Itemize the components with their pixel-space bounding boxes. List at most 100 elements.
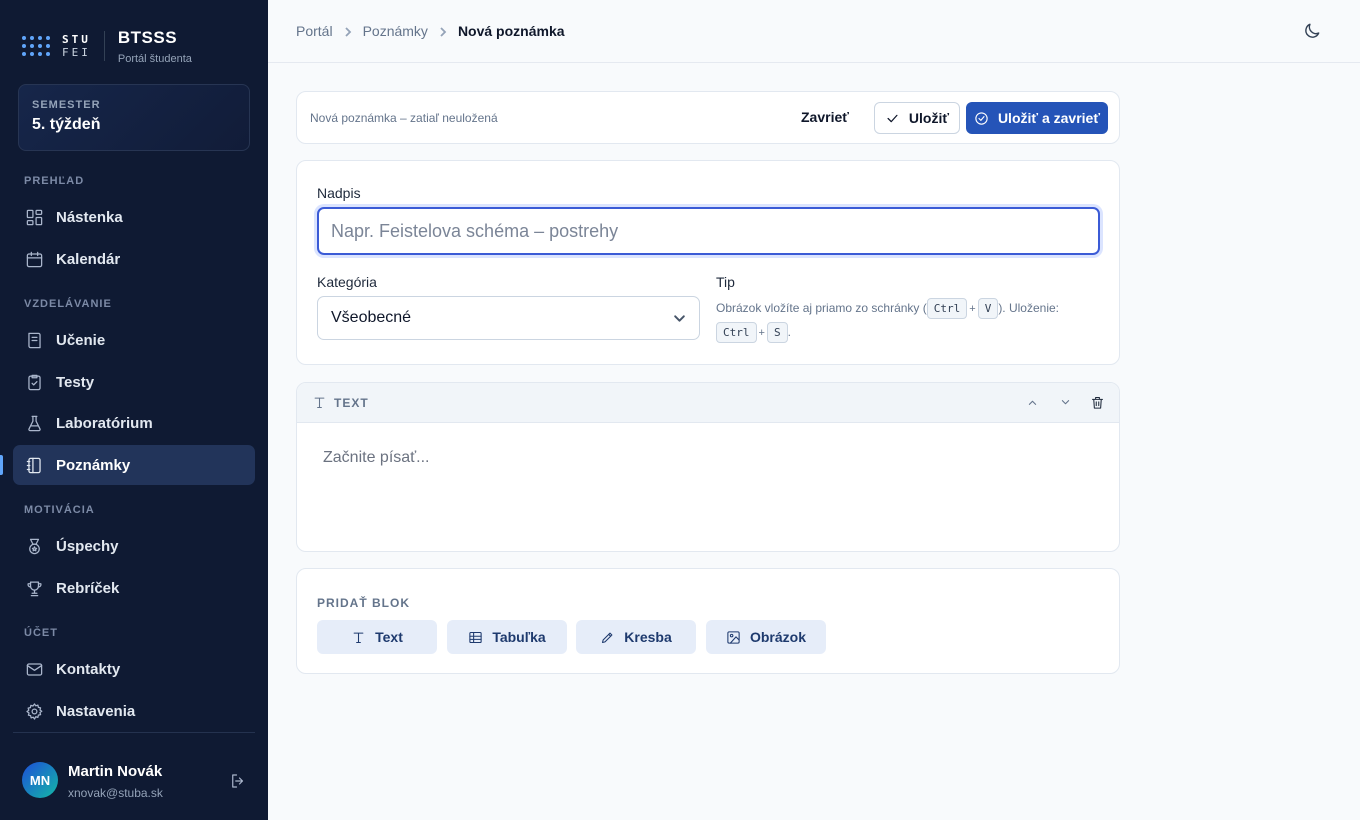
tip-text: Obrázok vložíte aj priamo zo schránky (C… xyxy=(716,297,1106,345)
semester-card: SEMESTER 5. týždeň xyxy=(18,84,250,151)
save-and-close-button[interactable]: Uložiť a zavrieť xyxy=(966,102,1108,134)
brand[interactable]: STU FEI BTSSS Portál študenta xyxy=(22,26,192,66)
add-drawing-block-button[interactable]: Kresba xyxy=(576,620,696,654)
tip-label: Tip xyxy=(716,274,735,290)
sidebar-item-label: Rebríček xyxy=(56,579,120,597)
breadcrumb-notes[interactable]: Poznámky xyxy=(363,23,428,39)
user-name: Martin Novák xyxy=(68,763,163,780)
save-status: Nová poznámka – zatiaľ neuložená xyxy=(310,111,498,125)
move-down-button[interactable] xyxy=(1058,395,1074,411)
block-header: TEXT xyxy=(297,383,1119,423)
chevron-down-icon xyxy=(674,314,685,322)
table-icon xyxy=(469,631,482,643)
kbd-v: V xyxy=(977,298,999,320)
category-label: Kategória xyxy=(317,274,377,290)
avatar[interactable]: MN xyxy=(22,762,58,798)
stu-fei-wordmark: STU FEI xyxy=(62,33,91,59)
category-select[interactable]: Všeobecné xyxy=(317,296,700,340)
text-icon xyxy=(353,632,364,643)
add-drawing-label: Kresba xyxy=(624,629,672,645)
sidebar-item-laboratory[interactable]: Laboratórium xyxy=(13,403,255,443)
user-email: xnovak@stuba.sk xyxy=(68,786,163,800)
sidebar-item-settings[interactable]: Nastavenia xyxy=(13,691,255,731)
semester-label: SEMESTER xyxy=(32,99,101,111)
add-block-panel: PRIDAŤ BLOK Text Tabuľka Kresba Obrázok xyxy=(296,568,1120,674)
sidebar-item-learning[interactable]: Učenie xyxy=(13,320,255,360)
sidebar-item-leaderboard[interactable]: Rebríček xyxy=(13,568,255,608)
sidebar-item-tests[interactable]: Testy xyxy=(13,362,255,402)
sidebar: STU FEI BTSSS Portál študenta SEMESTER 5… xyxy=(0,0,268,820)
kbd-plus: + xyxy=(758,327,765,339)
add-table-label: Tabuľka xyxy=(492,629,546,645)
breadcrumb: Portál Poznámky Nová poznámka xyxy=(296,23,565,39)
sidebar-item-label: Poznámky xyxy=(56,456,131,474)
stu-logo-icon xyxy=(22,36,50,56)
chevron-up-icon xyxy=(1028,400,1037,405)
move-up-button[interactable] xyxy=(1025,395,1041,411)
moon-icon xyxy=(1305,23,1320,38)
add-image-block-button[interactable]: Obrázok xyxy=(706,620,826,654)
add-image-label: Obrázok xyxy=(749,629,806,645)
chevron-right-icon xyxy=(342,25,354,37)
breadcrumb-portal[interactable]: Portál xyxy=(296,23,333,39)
sidebar-item-label: Kontakty xyxy=(56,660,121,678)
app-name: BTSSS xyxy=(117,27,178,47)
sidebar-item-achievements[interactable]: Úspechy xyxy=(13,526,255,566)
kbd-ctrl: Ctrl xyxy=(926,298,968,320)
sidebar-item-label: Laboratórium xyxy=(56,414,153,432)
add-text-label: Text xyxy=(375,629,403,645)
sidebar-item-contacts[interactable]: Kontakty xyxy=(13,649,255,689)
add-table-block-button[interactable]: Tabuľka xyxy=(447,620,567,654)
mail-icon xyxy=(26,662,43,676)
text-type-icon xyxy=(312,395,327,410)
chevron-right-icon xyxy=(437,25,449,37)
sidebar-item-label: Testy xyxy=(56,373,95,391)
nav-section-account: ÚČET xyxy=(24,627,58,639)
tip-text-part: Obrázok vložíte aj priamo zo schránky ( xyxy=(716,301,927,315)
note-toolbar: Nová poznámka – zatiaľ neuložená Zavrieť… xyxy=(296,91,1120,144)
add-block-title: PRIDAŤ BLOK xyxy=(317,596,410,610)
logo-bottom-text: FEI xyxy=(62,46,91,59)
sidebar-item-calendar[interactable]: Kalendár xyxy=(13,239,255,279)
check-circle-icon xyxy=(975,111,988,125)
gear-icon xyxy=(26,702,43,720)
title-label: Nadpis xyxy=(317,185,361,201)
category-value: Všeobecné xyxy=(331,309,412,326)
nav-section-education: VZDELÁVANIE xyxy=(24,298,112,310)
save-button[interactable]: Uložiť xyxy=(874,102,960,134)
flask-icon xyxy=(28,415,41,431)
block-type-label: TEXT xyxy=(334,396,369,410)
kbd-s: S xyxy=(766,322,788,344)
kbd-ctrl: Ctrl xyxy=(716,322,757,344)
book-icon xyxy=(28,332,41,348)
logout-button[interactable] xyxy=(229,772,247,790)
clipboard-check-icon xyxy=(28,374,41,390)
text-editor[interactable]: Začnite písať... xyxy=(323,449,430,467)
kbd-plus: + xyxy=(969,303,976,315)
check-icon xyxy=(887,114,898,122)
active-indicator xyxy=(0,455,3,475)
semester-week: 5. týždeň xyxy=(32,116,101,133)
add-text-block-button[interactable]: Text xyxy=(317,620,437,654)
title-input[interactable] xyxy=(317,207,1100,255)
image-icon xyxy=(727,630,740,644)
dashboard-icon xyxy=(26,209,43,225)
sidebar-item-notes[interactable]: Poznámky xyxy=(13,445,255,485)
top-bar: Portál Poznámky Nová poznámka xyxy=(268,0,1360,63)
logo-top-text: STU xyxy=(62,33,91,46)
tip-text-part: . xyxy=(787,325,791,339)
medal-icon xyxy=(29,538,40,554)
chevron-down-icon xyxy=(1061,400,1070,405)
note-meta-form: Nadpis Kategória Všeobecné Tip Obrázok v… xyxy=(296,160,1120,365)
user-panel: MN Martin Novák xnovak@stuba.sk xyxy=(13,732,255,820)
notebook-icon xyxy=(26,457,41,473)
text-block: TEXT Začnite písať... xyxy=(296,382,1120,552)
nav-section-overview: PREHĽAD xyxy=(24,175,85,187)
theme-toggle-button[interactable] xyxy=(1302,21,1322,41)
logout-icon xyxy=(232,774,244,788)
delete-block-button[interactable] xyxy=(1090,395,1106,411)
trophy-icon xyxy=(27,581,42,596)
close-button[interactable]: Zavrieť xyxy=(801,109,849,125)
trash-icon xyxy=(1091,396,1104,409)
sidebar-item-dashboard[interactable]: Nástenka xyxy=(13,197,255,237)
